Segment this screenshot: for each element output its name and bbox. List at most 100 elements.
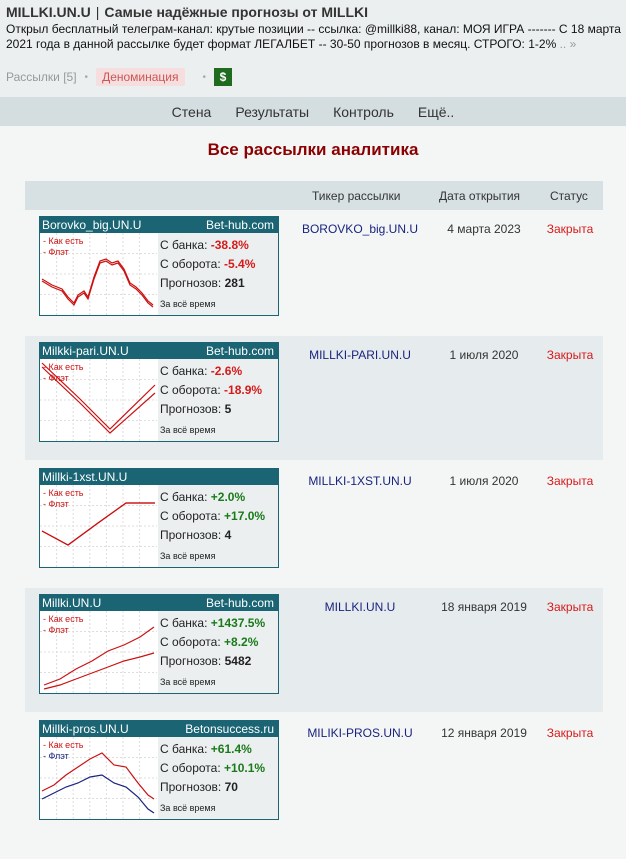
open-date: 18 января 2019 [441,600,527,614]
subscription-card[interactable]: Millki-1xst.UN.U - Как есть - Флэт С бан… [39,468,279,568]
stat-period: За всё время [160,425,216,435]
legend-as-is: - Как есть [43,362,84,372]
stat-period: За всё время [160,299,216,309]
page-title: Все рассылки аналитика [207,140,419,159]
subscriptions-link[interactable]: Рассылки [5] [6,70,77,84]
column-header-ticker: Тикер рассылки [312,189,401,203]
stat-turnover-value: -5.4% [224,257,256,271]
nav-item-more[interactable]: Ещё.. [418,104,454,120]
stat-turnover-value: +10.1% [224,761,266,775]
dot-separator: • [202,71,207,83]
stat-turnover: С оборота: +10.1% [160,761,265,775]
profit-chart: - Как есть - Флэт [40,359,157,441]
card-provider: Bet-hub.com [205,218,274,232]
stat-forecasts-label: Прогнозов: [160,654,222,668]
stat-forecasts-value: 5 [224,402,232,416]
stat-turnover-label: С оборота: [160,383,221,397]
card-stats: С банка: +2.0% С оборота: +17.0% Прогноз… [158,485,278,567]
table-header: Тикер рассылки Дата открытия Статус [25,181,603,210]
ticker-link[interactable]: BOROVKO_big.UN.U [275,222,445,236]
open-date: 12 января 2019 [441,726,527,740]
legend-flat: - Флэт [43,751,69,761]
dollar-icon[interactable]: $ [214,68,233,86]
legend-as-is: - Как есть [43,488,84,498]
subscription-card[interactable]: Milkki-pari.UN.U Bet-hub.com - Как есть … [39,342,279,442]
nav-item-control[interactable]: Контроль [333,104,394,120]
nav-item-wall[interactable]: Стена [172,104,212,120]
status-label: Закрыта [546,348,594,362]
card-stats: С банка: +61.4% С оборота: +10.1% Прогно… [158,737,278,819]
stat-forecasts: Прогнозов: 281 [160,276,245,290]
card-header: Millki.UN.U Bet-hub.com [40,595,278,611]
stat-forecasts-value: 70 [224,780,238,794]
page-header: MILLKI.UN.U | Самые надёжные прогнозы от M… [0,0,626,97]
card-provider: Bet-hub.com [205,344,274,358]
stat-bank-label: С банка: [160,742,208,756]
title-separator: | [95,4,100,20]
table-row[interactable]: Millki-1xst.UN.U - Как есть - Флэт С бан… [25,462,603,586]
stat-bank-label: С банка: [160,238,208,252]
ticker-link[interactable]: MILLKI-PARI.UN.U [275,348,445,362]
chart-line-as-is [41,502,155,546]
stat-bank-value: +61.4% [210,742,252,756]
header-title: MILLKI.UN.U | Самые надёжные прогнозы от M… [6,4,368,20]
more-link[interactable]: .. » [560,37,577,51]
legend-as-is: - Как есть [43,740,84,750]
status-label: Закрыта [546,726,594,740]
column-header-date: Дата открытия [439,189,521,203]
card-name: Millki-pros.UN.U [42,722,129,736]
card-provider: Bet-hub.com [205,596,274,610]
stat-bank: С банка: +61.4% [160,742,252,756]
open-date: 1 июля 2020 [449,474,519,488]
card-header: Milkki-pari.UN.U Bet-hub.com [40,343,278,359]
card-name: Borovko_big.UN.U [42,218,142,232]
table-row[interactable]: Millki.UN.U Bet-hub.com - Как есть - Флэ… [25,588,603,712]
subscription-card[interactable]: Borovko_big.UN.U Bet-hub.com - Как есть … [39,216,279,316]
status-label: Закрыта [546,600,594,614]
stat-turnover-value: +8.2% [224,635,259,649]
stat-bank-label: С банка: [160,364,208,378]
stat-turnover: С оборота: -18.9% [160,383,262,397]
stat-bank-label: С банка: [160,490,208,504]
site-tagline: Самые надёжные прогнозы от MILLKI [104,4,369,20]
table-row[interactable]: Milkki-pari.UN.U Bet-hub.com - Как есть … [25,336,603,460]
site-name[interactable]: MILLKI.UN.U [6,4,91,20]
profit-chart: - Как есть - Флэт [40,611,157,693]
stat-bank-value: +2.0% [210,490,246,504]
stat-forecasts: Прогнозов: 4 [160,528,231,542]
stat-turnover-value: -18.9% [224,383,263,397]
ticker-link[interactable]: MILIKI-PROS.UN.U [275,726,445,740]
card-header: Millki-1xst.UN.U [40,469,278,485]
description-text: Открыл бесплатный телеграм-канал: крутые… [6,22,621,51]
table-row[interactable]: Borovko_big.UN.U Bet-hub.com - Как есть … [25,210,603,334]
table-row[interactable]: Millki-pros.UN.U Betonsuccess.ru - Как е… [25,714,603,838]
card-name: Millki-1xst.UN.U [42,470,128,484]
ticker-link[interactable]: MILLKI-1XST.UN.U [275,474,445,488]
stat-turnover-label: С оборота: [160,761,221,775]
legend-flat: - Флэт [43,373,69,383]
legend-flat: - Флэт [43,247,69,257]
profit-chart: - Как есть - Флэт [40,485,157,567]
card-name: Milkki-pari.UN.U [42,344,129,358]
chart-line-as-is [41,258,154,306]
stat-bank-value: -38.8% [210,238,249,252]
stat-forecasts: Прогнозов: 5 [160,402,231,416]
card-stats: С банка: -2.6% С оборота: -18.9% Прогноз… [158,359,278,441]
legend-flat: - Флэт [43,625,69,635]
stat-turnover: С оборота: +8.2% [160,635,258,649]
legend-flat: - Флэт [43,499,69,509]
stat-bank-value: -2.6% [210,364,243,378]
open-date: 1 июля 2020 [449,348,519,362]
stat-bank: С банка: -2.6% [160,364,242,378]
stat-bank: С банка: +2.0% [160,490,245,504]
card-stats: С банка: +1437.5% С оборота: +8.2% Прогн… [158,611,278,693]
ticker-link[interactable]: MILLKI.UN.U [275,600,445,614]
subscription-card[interactable]: Millki-pros.UN.U Betonsuccess.ru - Как е… [39,720,279,820]
card-header: Millki-pros.UN.U Betonsuccess.ru [40,721,278,737]
nav-item-results[interactable]: Результаты [235,104,309,120]
denomination-badge[interactable]: Деноминация [96,68,185,86]
chart-line-flat [41,502,155,546]
card-name: Millki.UN.U [42,596,102,610]
subscription-card[interactable]: Millki.UN.U Bet-hub.com - Как есть - Флэ… [39,594,279,694]
stat-bank-value: +1437.5% [210,616,266,630]
